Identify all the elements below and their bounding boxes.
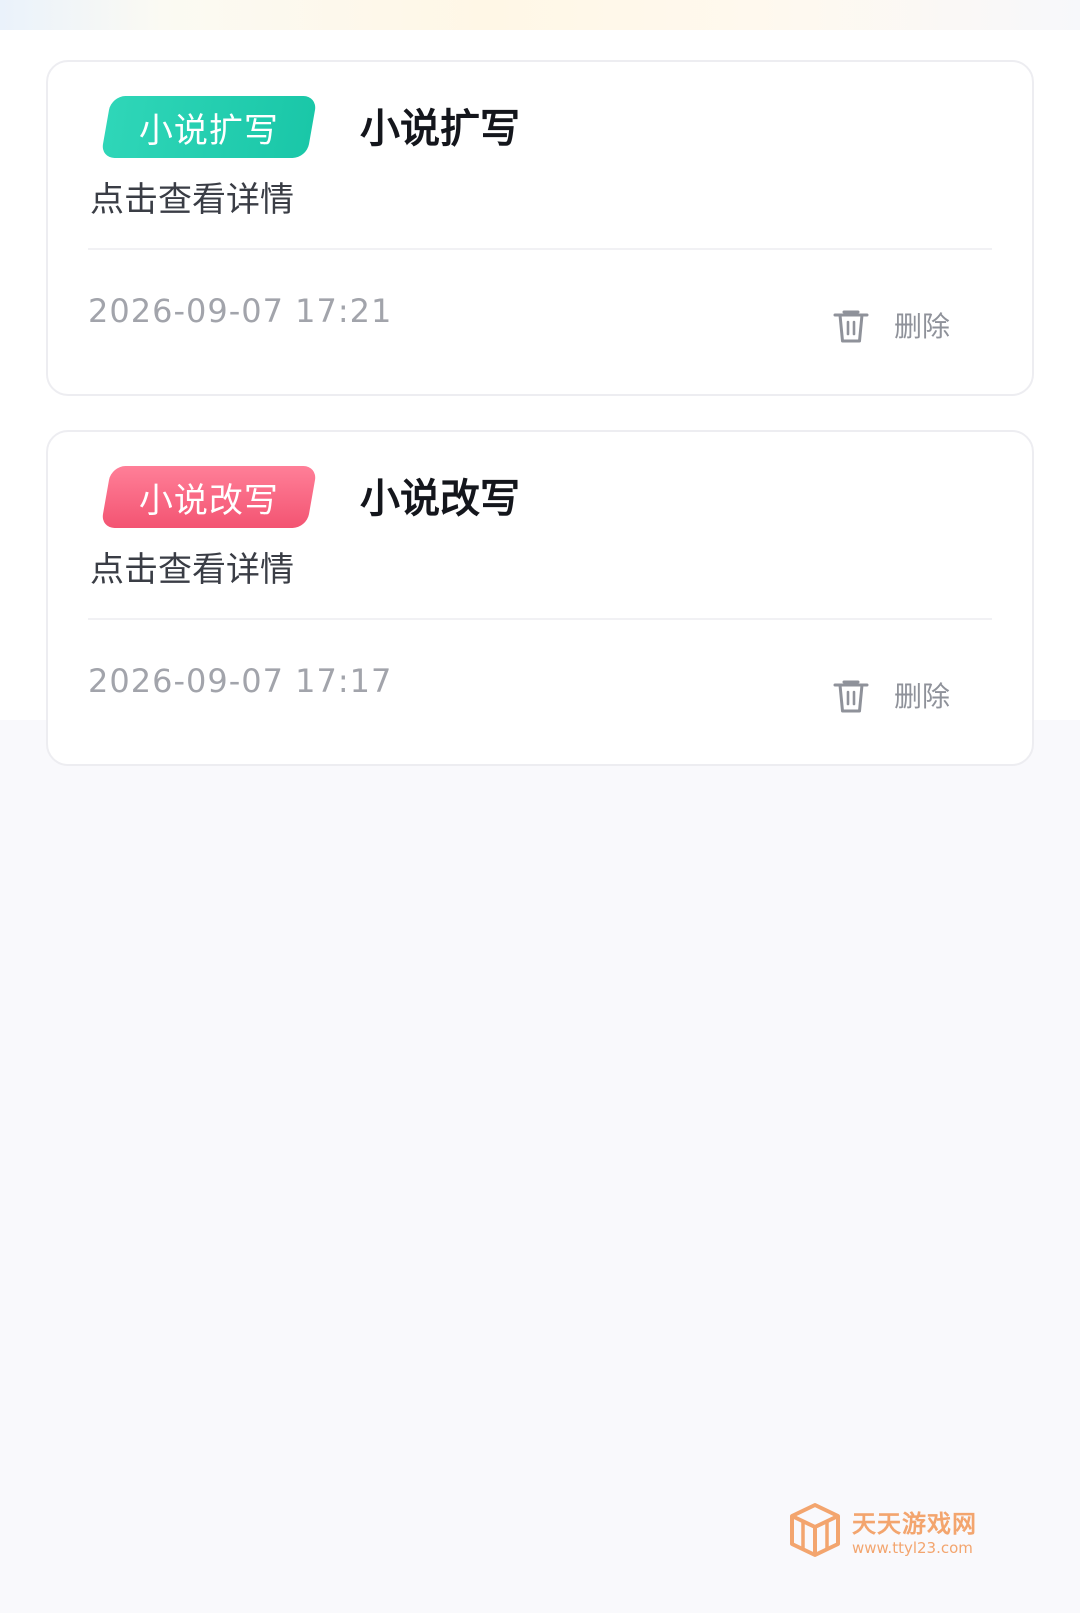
view-details-link[interactable]: 点击查看详情 [90, 172, 294, 221]
watermark-url: www.ttyl23.com [852, 1538, 973, 1557]
view-details-link[interactable]: 点击查看详情 [90, 542, 294, 591]
record-timestamp: 2026-09-07 17:21 [88, 292, 393, 330]
record-timestamp: 2026-09-07 17:17 [88, 662, 393, 700]
record-type-tag-label: 小说改写 [139, 480, 279, 521]
trash-icon [833, 310, 869, 343]
box-logo-icon [790, 1503, 840, 1557]
delete-button[interactable]: 删除 [830, 672, 970, 718]
delete-button-label: 删除 [894, 680, 951, 713]
record-type-tag: 小说扩写 [100, 96, 318, 158]
site-watermark: 天天游戏网 www.ttyl23.com [786, 1498, 1026, 1562]
record-title: 小说扩写 [360, 106, 520, 152]
record-title: 小说改写 [360, 476, 520, 522]
trash-icon [833, 680, 869, 713]
record-type-tag-label: 小说扩写 [139, 110, 279, 151]
watermark-name: 天天游戏网 [852, 1509, 977, 1538]
delete-button-label: 删除 [894, 310, 951, 343]
delete-button[interactable]: 删除 [830, 302, 970, 348]
record-card[interactable]: 小说扩写 小说扩写 点击查看详情 2026-09-07 17:21 删除 [46, 60, 1034, 396]
card-divider [88, 618, 992, 620]
top-status-strip [0, 0, 1080, 30]
watermark-text: 天天游戏网 www.ttyl23.com [852, 1504, 977, 1557]
record-list: 小说扩写 小说扩写 点击查看详情 2026-09-07 17:21 删除 小说改… [46, 60, 1034, 800]
record-card[interactable]: 小说改写 小说改写 点击查看详情 2026-09-07 17:17 删除 [46, 430, 1034, 766]
card-divider [88, 248, 992, 250]
record-type-tag: 小说改写 [100, 466, 318, 528]
